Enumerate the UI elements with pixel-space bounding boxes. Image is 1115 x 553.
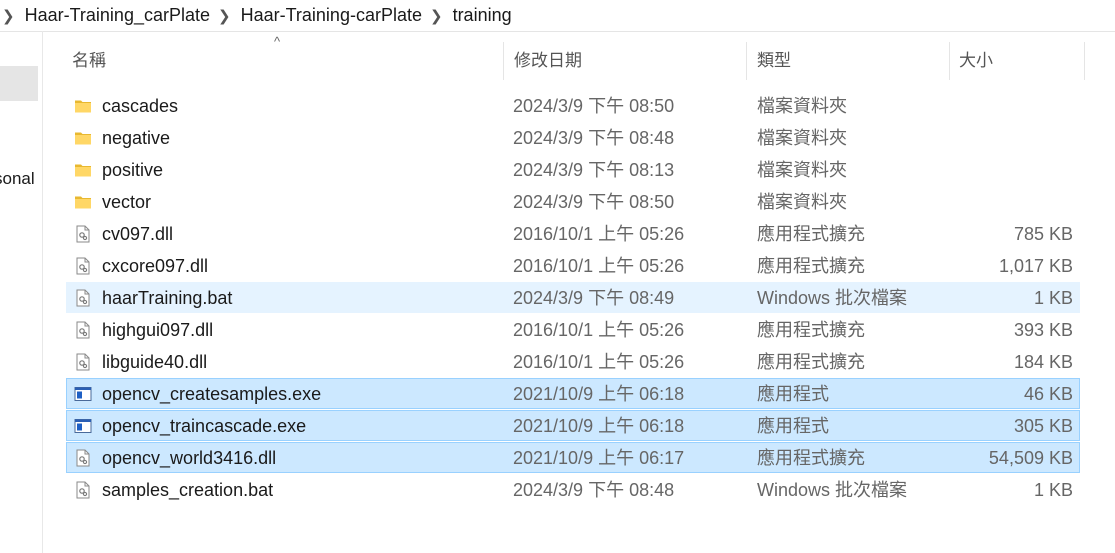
file-list: cascades 2024/3/9 下午 08:50 檔案資料夾 negative 20… xyxy=(66,90,1080,506)
file-date: 2021/10/9 上午 06:18 xyxy=(513,416,685,436)
file-type: 應用程式擴充 xyxy=(757,224,865,244)
file-row[interactable]: highgui097.dll 2016/10/1 上午 05:26 應用程式擴充 39… xyxy=(66,314,1080,345)
file-type: 應用程式 xyxy=(757,416,829,436)
breadcrumb-item-1[interactable]: Haar-Training-carPlate xyxy=(239,5,424,26)
file-type: 應用程式擴充 xyxy=(757,448,865,468)
file-row[interactable]: opencv_world3416.dll 2021/10/9 上午 06:17 應用… xyxy=(66,442,1080,473)
file-type: Windows 批次檔案 xyxy=(757,288,908,308)
file-row[interactable]: cxcore097.dll 2016/10/1 上午 05:26 應用程式擴充 1,0… xyxy=(66,250,1080,281)
dll-file-icon xyxy=(74,321,92,339)
chevron-right-icon[interactable]: ❯ xyxy=(430,7,443,25)
nav-item-label[interactable]: sonal xyxy=(0,169,35,189)
bat-file-icon xyxy=(74,481,92,499)
file-date: 2021/10/9 上午 06:17 xyxy=(513,448,685,468)
file-size: 1,017 KB xyxy=(998,256,1073,276)
file-date: 2024/3/9 下午 08:50 xyxy=(513,192,675,212)
file-type: 應用程式擴充 xyxy=(757,352,865,372)
column-header-type[interactable]: 類型 xyxy=(751,42,791,80)
file-size: 1 KB xyxy=(1033,288,1073,308)
file-name: opencv_createsamples.exe xyxy=(102,384,322,404)
file-type: 應用程式 xyxy=(757,384,829,404)
dll-file-icon xyxy=(74,257,92,275)
chevron-right-icon[interactable]: ❯ xyxy=(218,7,231,25)
folder-icon xyxy=(74,193,92,211)
file-type: 應用程式擴充 xyxy=(757,256,865,276)
file-date: 2021/10/9 上午 06:18 xyxy=(513,384,685,404)
dll-file-icon xyxy=(74,353,92,371)
file-name: libguide40.dll xyxy=(102,352,208,372)
file-name: cxcore097.dll xyxy=(102,256,209,276)
dll-file-icon xyxy=(74,449,92,467)
column-header-name[interactable]: 名稱 xyxy=(66,42,106,80)
file-size: 785 KB xyxy=(1013,224,1073,244)
file-row[interactable]: cascades 2024/3/9 下午 08:50 檔案資料夾 xyxy=(66,90,1080,121)
column-divider[interactable] xyxy=(746,42,747,80)
column-divider[interactable] xyxy=(1084,42,1085,80)
chevron-right-icon[interactable]: ❯ xyxy=(2,7,15,25)
folder-icon xyxy=(74,129,92,147)
file-name: samples_creation.bat xyxy=(102,480,274,500)
file-size: 184 KB xyxy=(1013,352,1073,372)
file-row[interactable]: opencv_createsamples.exe 2021/10/9 上午 06:… xyxy=(66,378,1080,409)
bat-file-icon xyxy=(74,289,92,307)
file-name: positive xyxy=(102,160,164,180)
file-row[interactable]: libguide40.dll 2016/10/1 上午 05:26 應用程式擴充 18… xyxy=(66,346,1080,377)
column-divider[interactable] xyxy=(503,42,504,80)
file-date: 2016/10/1 上午 05:26 xyxy=(513,256,685,276)
breadcrumb-item-2[interactable]: training xyxy=(451,5,514,26)
navigation-pane[interactable]: sonal xyxy=(0,31,43,553)
file-date: 2016/10/1 上午 05:26 xyxy=(513,352,685,372)
file-size: 54,509 KB xyxy=(988,448,1073,468)
breadcrumb: ❯ Haar-Training_carPlate ❯ Haar-Training… xyxy=(0,0,1115,32)
file-row[interactable]: opencv_traincascade.exe 2021/10/9 上午 06:1… xyxy=(66,410,1080,441)
folder-icon xyxy=(74,97,92,115)
nav-selected-item[interactable] xyxy=(0,66,38,101)
exe-file-icon xyxy=(74,417,92,435)
file-size: 393 KB xyxy=(1013,320,1073,340)
file-row[interactable]: negative 2024/3/9 下午 08:48 檔案資料夾 xyxy=(66,122,1080,153)
file-row[interactable]: haarTraining.bat 2024/3/9 下午 08:49 Windows… xyxy=(66,282,1080,313)
file-date: 2024/3/9 下午 08:48 xyxy=(513,128,675,148)
file-name: opencv_traincascade.exe xyxy=(102,416,307,436)
file-name: opencv_world3416.dll xyxy=(102,448,277,468)
file-date: 2024/3/9 下午 08:50 xyxy=(513,96,675,116)
column-header-size[interactable]: 大小 xyxy=(953,42,993,80)
exe-file-icon xyxy=(74,385,92,403)
file-name: cascades xyxy=(102,96,179,116)
file-type: 檔案資料夾 xyxy=(757,192,847,212)
file-date: 2024/3/9 下午 08:49 xyxy=(513,288,675,308)
column-header-date[interactable]: 修改日期 xyxy=(508,42,582,80)
file-size: 305 KB xyxy=(1013,416,1073,436)
file-name: haarTraining.bat xyxy=(102,288,233,308)
file-size: 1 KB xyxy=(1033,480,1073,500)
breadcrumb-item-0[interactable]: Haar-Training_carPlate xyxy=(23,5,212,26)
file-name: negative xyxy=(102,128,171,148)
column-divider[interactable] xyxy=(949,42,950,80)
file-row[interactable]: samples_creation.bat 2024/3/9 下午 08:48 Win… xyxy=(66,474,1080,505)
folder-icon xyxy=(74,161,92,179)
dll-file-icon xyxy=(74,225,92,243)
file-date: 2016/10/1 上午 05:26 xyxy=(513,320,685,340)
file-name: vector xyxy=(102,192,152,212)
file-date: 2024/3/9 下午 08:48 xyxy=(513,480,675,500)
file-type: 檔案資料夾 xyxy=(757,96,847,116)
column-headers: ^ 名稱 修改日期 類型 大小 xyxy=(66,34,1086,80)
sort-ascending-icon: ^ xyxy=(274,34,281,49)
file-type: Windows 批次檔案 xyxy=(757,480,908,500)
file-name: highgui097.dll xyxy=(102,320,214,340)
file-date: 2024/3/9 下午 08:13 xyxy=(513,160,675,180)
file-name: cv097.dll xyxy=(102,224,174,244)
file-row[interactable]: cv097.dll 2016/10/1 上午 05:26 應用程式擴充 785 KB xyxy=(66,218,1080,249)
file-row[interactable]: vector 2024/3/9 下午 08:50 檔案資料夾 xyxy=(66,186,1080,217)
file-type: 檔案資料夾 xyxy=(757,128,847,148)
file-date: 2016/10/1 上午 05:26 xyxy=(513,224,685,244)
file-size: 46 KB xyxy=(1023,384,1073,404)
file-type: 應用程式擴充 xyxy=(757,320,865,340)
file-row[interactable]: positive 2024/3/9 下午 08:13 檔案資料夾 xyxy=(66,154,1080,185)
file-type: 檔案資料夾 xyxy=(757,160,847,180)
